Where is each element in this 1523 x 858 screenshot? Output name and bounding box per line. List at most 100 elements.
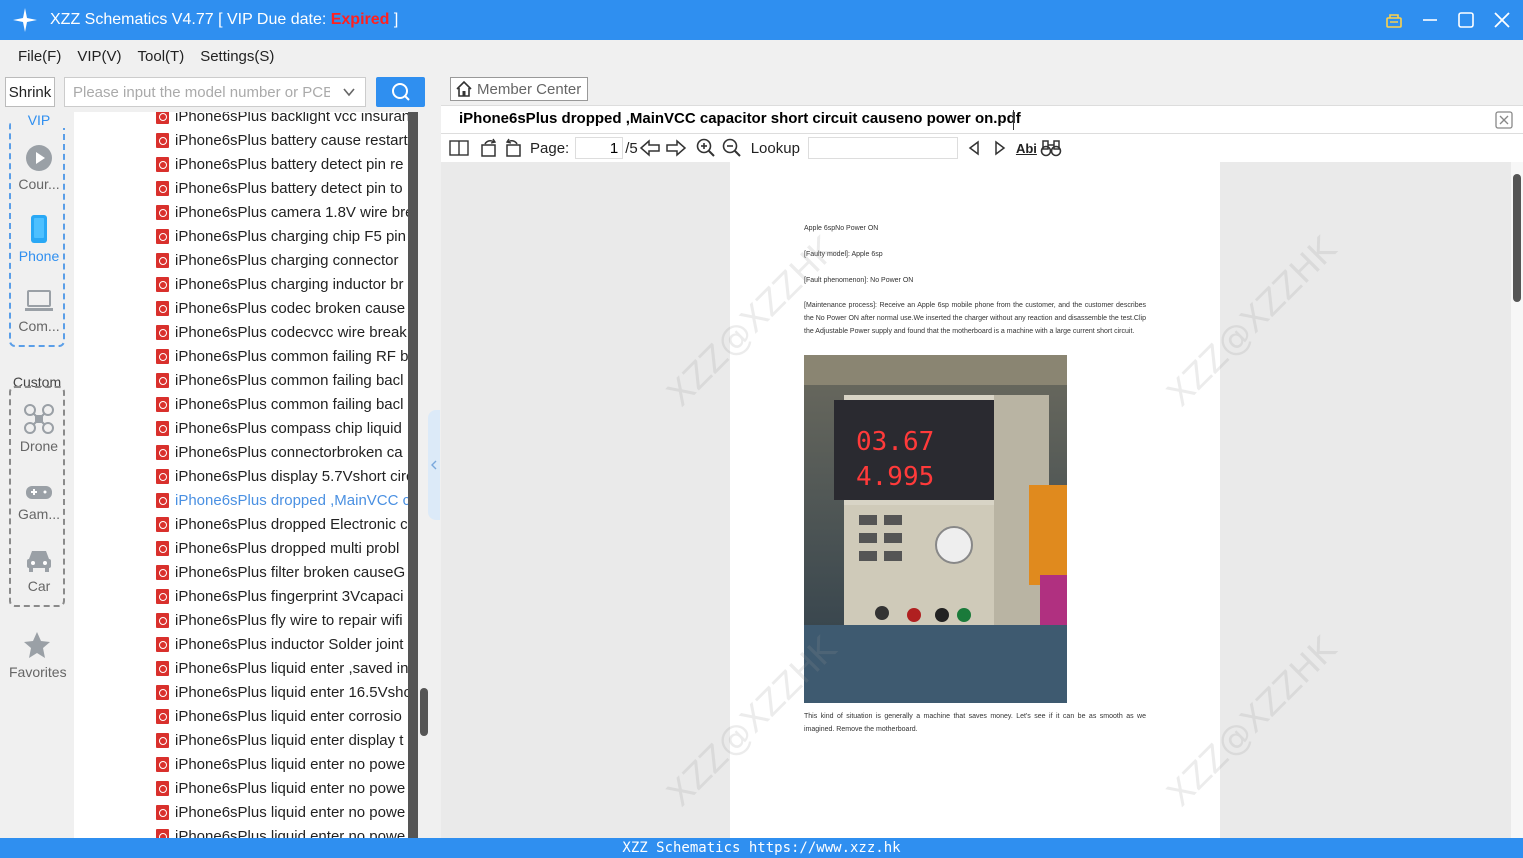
find-next-icon[interactable] xyxy=(988,136,1012,160)
shrink-button[interactable]: Shrink xyxy=(5,77,55,107)
lookup-input[interactable] xyxy=(807,137,958,159)
gamepad-icon xyxy=(26,486,52,499)
minimize-button[interactable] xyxy=(1419,9,1441,31)
search-combobox[interactable] xyxy=(64,77,366,107)
rotate-right-icon[interactable] xyxy=(501,136,525,160)
pdf-toolbar: Page: /5 Lookup Abi xyxy=(441,134,1523,162)
sidebar-toggle-icon[interactable] xyxy=(447,136,471,160)
file-list-item[interactable]: iPhone6sPlus charging connector xyxy=(156,248,418,272)
sidebar-item-gaming[interactable]: Gam... xyxy=(11,482,67,522)
sidebar-item-car[interactable]: Car xyxy=(11,548,67,594)
file-list-scrollbar-thumb[interactable] xyxy=(420,688,428,736)
file-list-item-label: iPhone6sPlus liquid enter display t xyxy=(175,731,404,749)
file-list-item-label: iPhone6sPlus liquid enter no powe xyxy=(175,827,406,839)
file-list-item-label: iPhone6sPlus charging chip F5 pin xyxy=(175,227,406,245)
file-list-item[interactable]: iPhone6sPlus codec broken cause xyxy=(156,296,418,320)
file-list-item-label: iPhone6sPlus connectorbroken ca xyxy=(175,443,403,461)
pdf-scrollbar-thumb[interactable] xyxy=(1513,174,1521,302)
laptop-icon xyxy=(25,290,53,311)
pdf-file-icon xyxy=(156,468,169,484)
title-bar: XZZ Schematics V4.77 [ VIP Due date: Exp… xyxy=(0,0,1523,40)
search-toolbar: Shrink xyxy=(0,72,440,112)
file-list-item[interactable]: iPhone6sPlus battery detect pin re xyxy=(156,152,418,176)
search-input[interactable] xyxy=(65,78,330,106)
file-list-item[interactable]: iPhone6sPlus battery cause restart. xyxy=(156,128,418,152)
pdf-viewer[interactable]: Apple 6spNo Power ON [Faulty model]: App… xyxy=(441,162,1511,838)
file-list-item[interactable]: iPhone6sPlus charging inductor br xyxy=(156,272,418,296)
file-list-item[interactable]: iPhone6sPlus inductor Solder joint xyxy=(156,632,418,656)
file-list-item[interactable]: iPhone6sPlus liquid enter corrosio xyxy=(156,704,418,728)
file-list-item[interactable]: iPhone6sPlus liquid enter no powe xyxy=(156,776,418,800)
maximize-button[interactable] xyxy=(1455,9,1477,31)
file-list-item[interactable]: iPhone6sPlus backlight vcc insurance xyxy=(156,112,418,128)
file-list-item-label: iPhone6sPlus display 5.7Vshort circ xyxy=(175,467,414,485)
pdf-file-icon xyxy=(156,780,169,796)
search-button[interactable] xyxy=(376,77,425,107)
file-list-item[interactable]: iPhone6sPlus liquid enter display t xyxy=(156,728,418,752)
file-list-item-label: iPhone6sPlus liquid enter 16.5Vsho xyxy=(175,683,412,701)
rotate-left-icon[interactable] xyxy=(477,136,501,160)
close-tab-icon[interactable] xyxy=(1495,111,1513,129)
pdf-file-icon xyxy=(156,324,169,340)
sidebar-item-favorites[interactable]: Favorites xyxy=(9,630,67,680)
file-list-item-label: iPhone6sPlus backlight vcc insurance xyxy=(175,112,418,125)
file-list-item-label: iPhone6sPlus charging inductor br xyxy=(175,275,404,293)
home-icon xyxy=(456,80,472,97)
file-list-item[interactable]: iPhone6sPlus display 5.7Vshort circ xyxy=(156,464,418,488)
match-case-button[interactable]: Abi xyxy=(1016,141,1037,156)
collapse-handle[interactable] xyxy=(428,410,440,520)
find-prev-icon[interactable] xyxy=(962,136,986,160)
file-list-item-label: iPhone6sPlus dropped Electronic c xyxy=(175,515,408,533)
file-list-item[interactable]: iPhone6sPlus compass chip liquid xyxy=(156,416,418,440)
file-list-item[interactable]: iPhone6sPlus common failing RF b xyxy=(156,344,418,368)
file-list-item[interactable]: iPhone6sPlus battery detect pin to xyxy=(156,176,418,200)
pdf-file-icon xyxy=(156,756,169,772)
power-supply-photo: 03.67 4.995 xyxy=(804,355,1067,703)
file-list-item-label: iPhone6sPlus liquid enter ,saved in xyxy=(175,659,409,677)
file-list-item[interactable]: iPhone6sPlus liquid enter 16.5Vsho xyxy=(156,680,418,704)
file-list-item[interactable]: iPhone6sPlus connectorbroken ca xyxy=(156,440,418,464)
menu-file[interactable]: File(F) xyxy=(18,48,61,65)
file-list-item[interactable]: iPhone6sPlus dropped ,MainVCC c xyxy=(156,488,418,512)
lock-icon[interactable] xyxy=(1383,9,1405,31)
file-list-item[interactable]: iPhone6sPlus filter broken causeG xyxy=(156,560,418,584)
menu-vip[interactable]: VIP(V) xyxy=(77,48,121,65)
file-list-item[interactable]: iPhone6sPlus camera 1.8V wire bre xyxy=(156,200,418,224)
file-list-item[interactable]: iPhone6sPlus common failing bacl xyxy=(156,392,418,416)
file-list-item[interactable]: iPhone6sPlus fly wire to repair wifi xyxy=(156,608,418,632)
arrow-left-icon[interactable] xyxy=(638,136,662,160)
menu-tool[interactable]: Tool(T) xyxy=(138,48,185,65)
zoom-out-icon[interactable] xyxy=(720,136,744,160)
binoculars-icon[interactable] xyxy=(1039,136,1063,160)
sidebar-item-drone[interactable]: Drone xyxy=(11,404,67,454)
sidebar-item-phone[interactable]: Phone xyxy=(11,214,67,264)
menu-settings[interactable]: Settings(S) xyxy=(200,48,274,65)
document-tab[interactable]: iPhone6sPlus dropped ,MainVCC capacitor … xyxy=(459,110,1021,127)
pdf-scrollbar[interactable] xyxy=(1511,162,1523,838)
file-list-item[interactable]: iPhone6sPlus codecvcc wire break xyxy=(156,320,418,344)
file-list-item[interactable]: iPhone6sPlus liquid enter no powe xyxy=(156,800,418,824)
arrow-right-icon[interactable] xyxy=(664,136,688,160)
close-button[interactable] xyxy=(1491,9,1513,31)
sidebar-item-courses[interactable]: Cour... xyxy=(11,144,67,192)
file-list-item-label: iPhone6sPlus common failing bacl xyxy=(175,395,404,413)
star-icon xyxy=(24,632,50,658)
file-list-item[interactable]: iPhone6sPlus fingerprint 3Vcapaci xyxy=(156,584,418,608)
file-list-item[interactable]: iPhone6sPlus liquid enter ,saved in xyxy=(156,656,418,680)
file-list-item[interactable]: iPhone6sPlus dropped Electronic c xyxy=(156,512,418,536)
file-list-item[interactable]: iPhone6sPlus common failing bacl xyxy=(156,368,418,392)
sidebar-item-computer[interactable]: Com... xyxy=(11,288,67,334)
file-list-item[interactable]: iPhone6sPlus liquid enter no powe xyxy=(156,752,418,776)
member-center-button[interactable]: Member Center xyxy=(450,77,589,101)
file-list-item[interactable]: iPhone6sPlus dropped multi probl xyxy=(156,536,418,560)
drone-icon xyxy=(24,404,54,434)
pdf-file-icon xyxy=(156,180,169,196)
page-number-input[interactable] xyxy=(575,137,624,159)
file-list-item-label: iPhone6sPlus dropped ,MainVCC c xyxy=(175,491,411,509)
zoom-in-icon[interactable] xyxy=(694,136,718,160)
pdf-faulty-model: [Faulty model]: Apple 6sp xyxy=(804,251,883,258)
custom-group: Drone Gam... Car xyxy=(9,386,65,607)
chevron-down-icon[interactable] xyxy=(341,84,357,105)
file-list-item[interactable]: iPhone6sPlus charging chip F5 pin xyxy=(156,224,418,248)
file-list-item[interactable]: iPhone6sPlus liquid enter no powe xyxy=(156,824,418,838)
